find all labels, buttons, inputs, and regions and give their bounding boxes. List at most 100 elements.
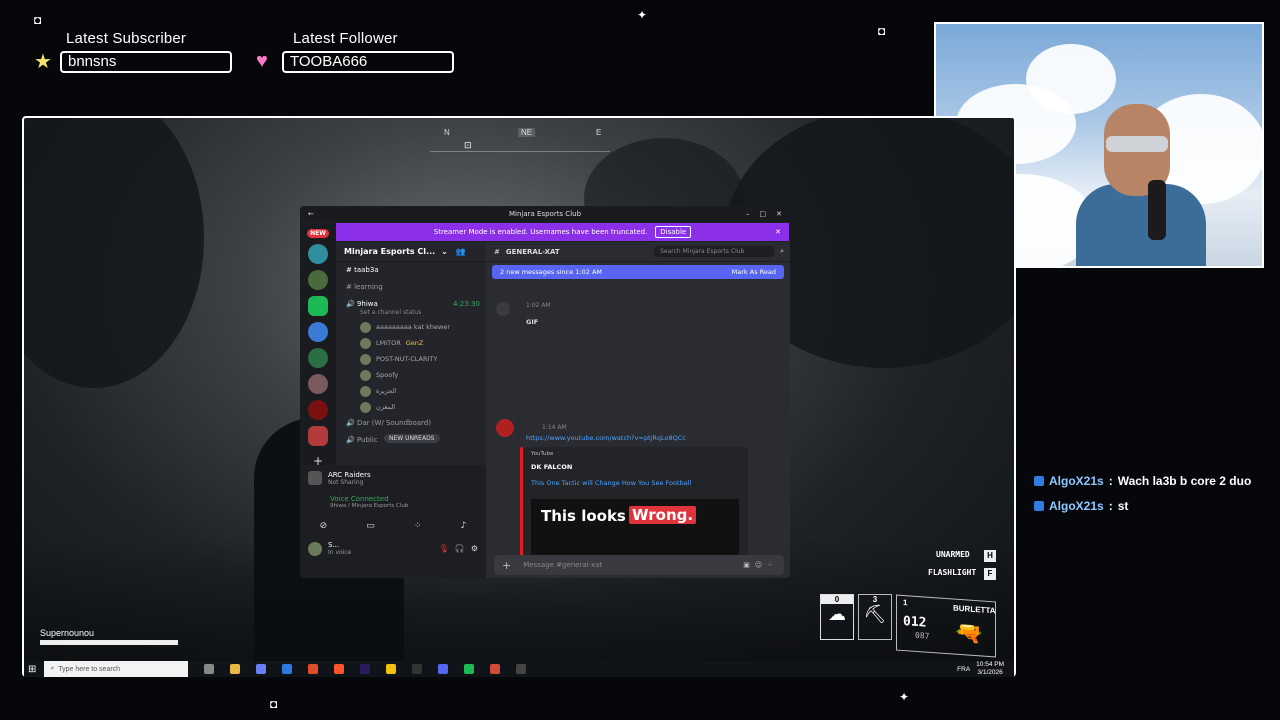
microphone-icon [1148, 180, 1166, 240]
file-explorer-icon[interactable] [230, 664, 241, 674]
stream-chat-message: AlgoX21s: Wach la3b b core 2 duo [1034, 474, 1251, 488]
server-icon[interactable] [308, 374, 328, 394]
server-icon[interactable] [308, 244, 328, 264]
sparkle-icon: ◘ [270, 697, 278, 711]
star-icon: ★ [34, 51, 52, 73]
clock[interactable]: 10:54 PM 3/1/2026 [976, 661, 1004, 677]
store-icon[interactable] [256, 664, 267, 674]
gif-message[interactable]: GIF [526, 318, 538, 326]
voice-user[interactable]: Spoofy [336, 367, 486, 383]
glasses [1106, 136, 1168, 152]
sparkle-icon: ✦ [637, 8, 648, 22]
discord-icon[interactable] [438, 664, 449, 674]
objective-marker-icon: ⊡ [464, 140, 472, 150]
voice-connected[interactable]: Voice Connected 9hiwa / Minjara Esports … [300, 491, 486, 517]
screen-share-icon[interactable]: ▭ [366, 521, 375, 531]
discord-title-bar[interactable]: ← Minjara Esports Club – □ ✕ [300, 206, 790, 222]
search-icon[interactable]: ⌕ [780, 247, 784, 256]
spotify-icon[interactable] [464, 664, 475, 674]
latest-subscriber-label: Latest Subscriber [66, 30, 187, 47]
message-input[interactable]: + Message #general-xat ▣☺⁘ [494, 555, 784, 575]
activities-icon[interactable]: ⁘ [414, 521, 422, 531]
latest-follower-label: Latest Follower [293, 30, 398, 47]
compass-bar: N NE E ⊡ [430, 126, 610, 152]
emoji-icon[interactable]: ▣☺⁘ [743, 561, 778, 569]
voice-user[interactable]: الجزيرة [336, 383, 486, 399]
helmet-icon: ☁ [828, 604, 846, 624]
edge-icon[interactable] [282, 664, 293, 674]
deafen-icon[interactable]: 🎧 [455, 544, 465, 553]
stream-chat-message: AlgoX21s: st [1034, 499, 1128, 513]
avatar[interactable] [496, 419, 514, 437]
chevron-down-icon: ⌄ [441, 247, 448, 256]
voice-channel-dar[interactable]: 🔊 Dar (W/ Soundboard) [336, 415, 486, 432]
close-banner-icon[interactable]: ✕ [775, 228, 781, 236]
streamer-mode-banner: Streamer Mode is enabled. Usernames have… [336, 223, 789, 241]
brave-icon[interactable] [334, 664, 345, 674]
voice-user[interactable]: المغزن [336, 399, 486, 415]
channel-status[interactable]: Set a channel status [336, 309, 486, 319]
server-icon[interactable] [308, 400, 328, 420]
avatar [308, 541, 322, 556]
disable-button[interactable]: Disable [655, 226, 692, 238]
server-icon[interactable] [308, 270, 328, 290]
unarmed-key: H [984, 550, 996, 562]
browser-icon[interactable] [490, 664, 501, 674]
embed-title[interactable]: This One Tactic will Change How You See … [531, 479, 691, 487]
avatar[interactable] [496, 302, 510, 316]
latest-follower-value: TOOBA666 [282, 51, 454, 73]
sparkle-icon: ◘ [878, 24, 886, 38]
task-view-icon[interactable] [204, 664, 215, 674]
voice-timer: 4:23:30 [453, 300, 480, 308]
user-row[interactable]: S... In voice 🎙 🎧 ⚙ [300, 535, 486, 562]
unarmed-label: UNARMED [936, 550, 970, 559]
after-effects-icon[interactable] [360, 664, 371, 674]
channel-learning[interactable]: # learning [336, 279, 486, 296]
discord-window[interactable]: ← Minjara Esports Club – □ ✕ Streamer Mo… [300, 206, 790, 578]
voice-user[interactable]: POST-NUT-CLARITY [336, 351, 486, 367]
voice-user[interactable]: LMITOR GenZ [336, 335, 486, 351]
youtube-link[interactable]: https://www.youtube.com/watch?v=ptjRqLo8… [526, 434, 686, 442]
inventory-slot-3: 3 ⛏ [858, 594, 892, 640]
search-input[interactable]: Search Minjara Esports Club [654, 246, 775, 257]
activity-card[interactable]: ARC Raiders Not Sharing [300, 465, 486, 491]
server-icon[interactable] [308, 322, 328, 342]
new-messages-bar[interactable]: 2 new messages since 1:02 AM Mark As Rea… [492, 265, 784, 279]
close-icon[interactable]: ✕ [776, 210, 782, 218]
mute-icon[interactable]: 🎙 [439, 544, 449, 553]
mark-as-read-button[interactable]: Mark As Read [732, 268, 776, 276]
add-attachment-icon[interactable]: + [502, 559, 511, 572]
soundboard-icon[interactable]: ♪ [461, 521, 467, 531]
app-icon[interactable] [412, 664, 423, 674]
server-icon[interactable] [308, 296, 328, 316]
new-unreads-pill[interactable]: NEW UNREADS [384, 434, 440, 443]
video-thumbnail[interactable]: This looks Wrong. [531, 499, 739, 559]
voice-channel-public[interactable]: 🔊 Public NEW UNREADS [336, 432, 486, 449]
language-indicator[interactable]: FRA [957, 666, 970, 673]
server-header[interactable]: Minjara Esports Cl... ⌄ 👥 [336, 242, 486, 262]
server-icon[interactable] [308, 348, 328, 368]
maximize-icon[interactable]: □ [760, 210, 767, 218]
back-arrow-icon[interactable]: ← [308, 210, 314, 218]
server-icon-active[interactable] [308, 426, 328, 446]
user-panel: ARC Raiders Not Sharing Voice Connected … [300, 465, 486, 578]
chrome-icon[interactable] [386, 664, 397, 674]
youtube-embed[interactable]: YouTube DK FALCON This One Tactic will C… [520, 447, 748, 559]
chat-area: # general-xat Search Minjara Esports Club… [486, 242, 790, 578]
weapon-slot: 1 BURLETTA 012 087 🔫 [896, 594, 996, 658]
app-icon[interactable] [308, 664, 319, 674]
windows-start-icon[interactable]: ⊞ [28, 664, 36, 675]
camera-off-icon[interactable]: ⊘ [320, 521, 328, 531]
gear-icon[interactable]: ⚙ [471, 544, 478, 553]
sparkle-icon: ✦ [899, 690, 910, 704]
taskbar-search[interactable]: ⌕ Type here to search [44, 661, 189, 677]
message-time: 1:02 AM [526, 302, 551, 309]
minimize-icon[interactable]: – [746, 210, 750, 218]
voice-user[interactable]: aaaaaaaaa kat khewer [336, 319, 486, 335]
pistol-icon: 🔫 [955, 619, 983, 647]
add-user-icon[interactable]: 👥 [456, 247, 466, 256]
app-icon[interactable] [516, 664, 527, 674]
channel-taab3a[interactable]: # taab3a [336, 262, 486, 279]
embed-author[interactable]: DK FALCON [531, 463, 572, 471]
player-name: Supernounou [40, 628, 95, 638]
